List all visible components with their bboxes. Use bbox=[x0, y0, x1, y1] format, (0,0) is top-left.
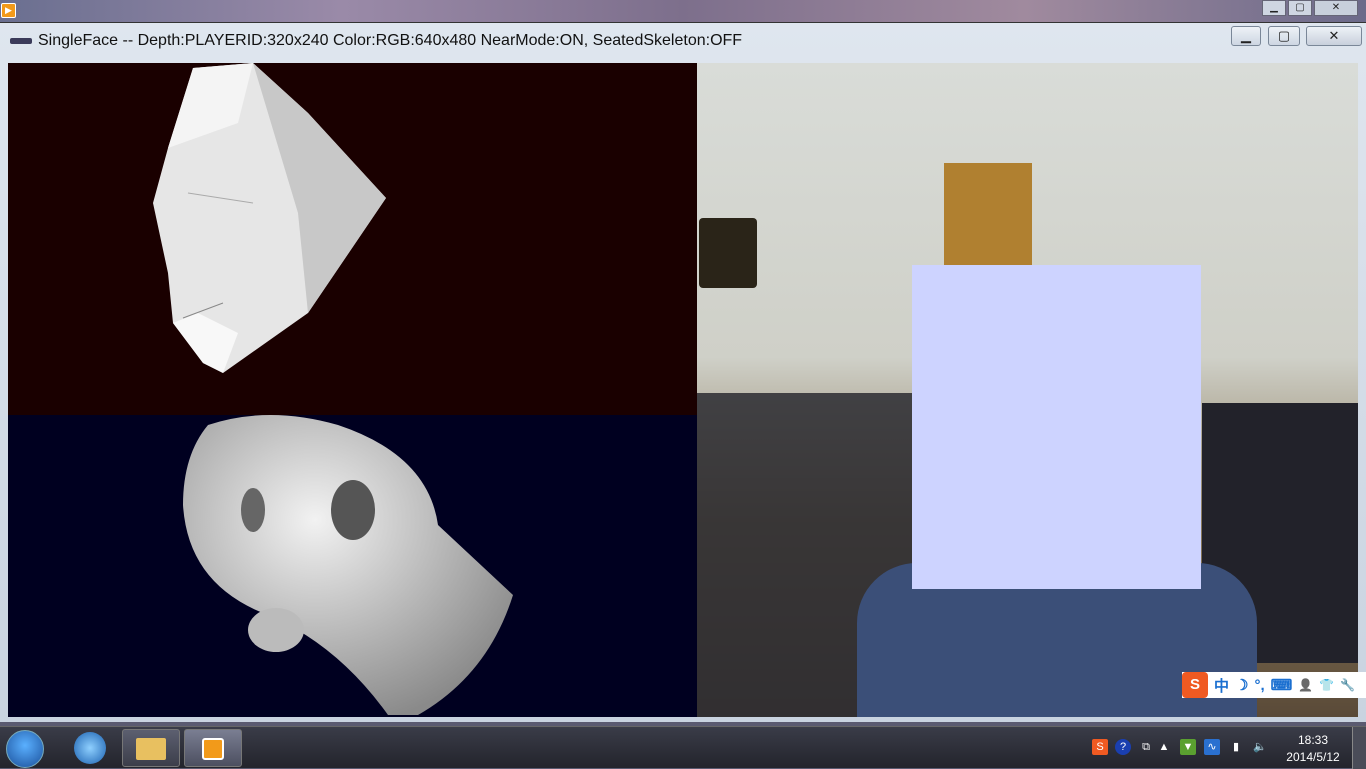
title-bar[interactable]: SingleFace -- Depth:PLAYERID:320x240 Col… bbox=[0, 23, 1366, 59]
wrench-icon[interactable]: 🔧 bbox=[1340, 678, 1355, 692]
outer-restore-button[interactable]: ▢ bbox=[1288, 0, 1312, 16]
avatar-head-view bbox=[8, 415, 697, 717]
dartboard bbox=[699, 218, 757, 288]
app-window: SingleFace -- Depth:PLAYERID:320x240 Col… bbox=[0, 22, 1366, 722]
show-hidden-icons-arrow[interactable]: ▲ bbox=[1156, 739, 1172, 755]
help-icon[interactable]: ? bbox=[1115, 739, 1131, 755]
user-icon[interactable]: 👤 bbox=[1298, 678, 1313, 692]
clock[interactable]: 18:33 2014/5/12 bbox=[1278, 732, 1348, 766]
face-privacy-mask bbox=[912, 265, 1201, 589]
network-shield-icon[interactable]: ∿ bbox=[1204, 739, 1220, 755]
kinect-icon bbox=[10, 38, 32, 44]
face-mesh-view bbox=[8, 63, 697, 415]
volume-icon[interactable]: 🔈 bbox=[1252, 739, 1268, 755]
client-area bbox=[8, 63, 1358, 717]
color-camera-view bbox=[697, 63, 1358, 717]
face-mesh-render bbox=[153, 63, 386, 373]
taskbar: S ? ⧉ ▲ ▼ ∿ ▮ 🔈 18:33 2014/5/12 bbox=[0, 726, 1366, 769]
media-player-icon[interactable] bbox=[74, 732, 106, 764]
app-icon bbox=[202, 738, 224, 760]
sogou-logo[interactable]: S bbox=[1182, 672, 1208, 698]
keyboard-icon[interactable]: ⌨ bbox=[1271, 676, 1293, 694]
door bbox=[944, 163, 1032, 273]
maximize-button[interactable]: ▢ bbox=[1268, 26, 1300, 46]
window-title: SingleFace -- Depth:PLAYERID:320x240 Col… bbox=[38, 32, 743, 49]
desktop-background: ▶ ▁ ▢ ✕ bbox=[0, 0, 1366, 22]
network-icon[interactable]: ⧉ bbox=[1138, 739, 1154, 755]
ime-mode-toggle[interactable]: 中 bbox=[1214, 675, 1229, 696]
outer-close-button[interactable]: ✕ bbox=[1314, 0, 1358, 16]
ime-punct-icon[interactable]: °, bbox=[1254, 677, 1264, 694]
skin-icon[interactable]: 👕 bbox=[1319, 678, 1334, 692]
folder-icon bbox=[136, 738, 166, 760]
outer-minimize-button[interactable]: ▁ bbox=[1262, 0, 1286, 16]
show-desktop-button[interactable] bbox=[1352, 727, 1366, 769]
desktop-app-icon[interactable]: ▶ bbox=[1, 3, 16, 18]
clock-date: 2014/5/12 bbox=[1286, 750, 1340, 764]
singleface-taskbar-button[interactable] bbox=[184, 729, 242, 767]
ime-width-icon[interactable]: ☽ bbox=[1235, 676, 1248, 694]
power-icon[interactable]: ▮ bbox=[1228, 739, 1244, 755]
avatar-head-render bbox=[183, 415, 513, 715]
sogou-tray-icon[interactable]: S bbox=[1092, 739, 1108, 755]
clock-time: 18:33 bbox=[1297, 733, 1329, 747]
minimize-button[interactable]: ▁ bbox=[1231, 26, 1261, 46]
start-button[interactable] bbox=[6, 730, 44, 768]
ime-toolbar[interactable]: S 中 ☽ °, ⌨ 👤 👕 🔧 bbox=[1182, 672, 1366, 698]
security-shield-icon[interactable]: ▼ bbox=[1180, 739, 1196, 755]
explorer-taskbar-button[interactable] bbox=[122, 729, 180, 767]
close-button[interactable]: ✕ bbox=[1306, 26, 1362, 46]
